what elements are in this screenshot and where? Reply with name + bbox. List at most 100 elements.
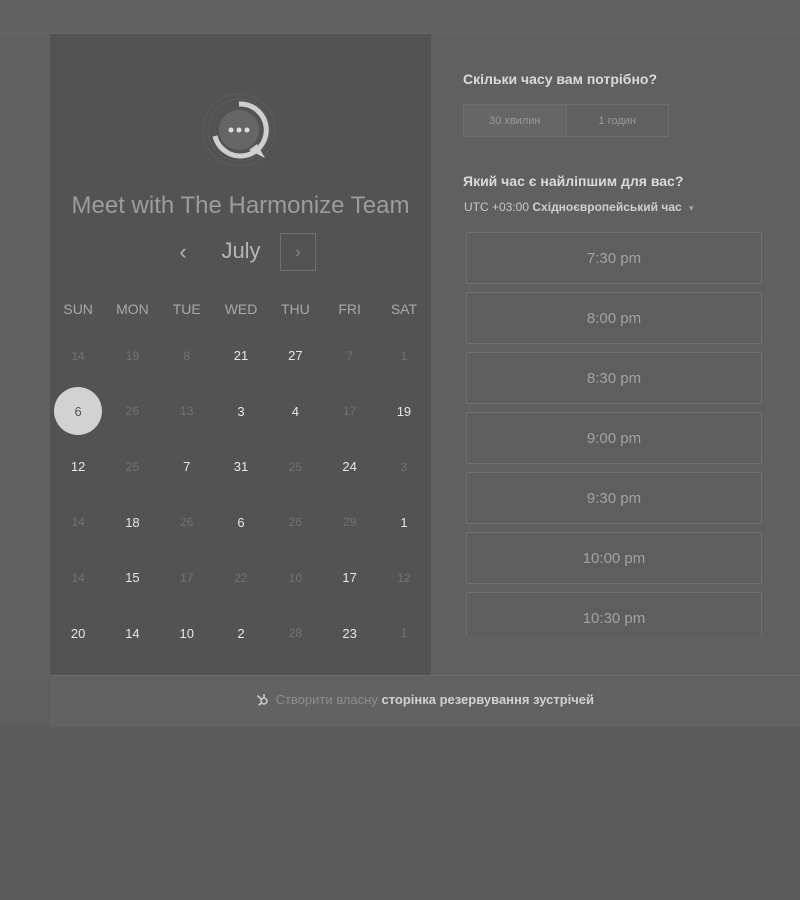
calendar-day: 12 (377, 550, 431, 606)
calendar-day[interactable]: 15 (105, 550, 159, 606)
time-slot-button[interactable]: 8:00 pm (466, 292, 762, 344)
calendar-day-number: 1 (400, 348, 408, 363)
calendar-day-number: 29 (342, 515, 357, 530)
calendar-day-number: 17 (180, 570, 194, 585)
calendar-day[interactable]: 3 (214, 384, 268, 440)
calendar-day[interactable]: 10 (160, 606, 214, 662)
calendar-day-number: 25 (125, 459, 140, 474)
calendar-day-number: 3 (237, 403, 245, 419)
calendar-day-selected[interactable]: 6 (51, 384, 105, 440)
calendar-day[interactable]: 27 (268, 328, 322, 384)
weekday-header: TUE (172, 301, 201, 317)
duration-option-1-hour[interactable]: 1 годин (567, 105, 669, 136)
calendar-day-number: 19 (396, 403, 412, 419)
calendar-day[interactable]: 24 (322, 439, 376, 495)
calendar-day-number: 25 (288, 459, 303, 474)
calendar-day[interactable]: 17 (322, 550, 376, 606)
page-title: Meet with The Harmonize Team (71, 192, 410, 219)
duration-question: Скільки часу вам потрібно? (463, 71, 658, 87)
calendar-grid: SUN MON TUE WED THU FRI SAT 14 19 8 21 27 7 1 6 26 13 3 4 1… (51, 290, 431, 661)
calendar-day-number: 1 (400, 514, 408, 530)
calendar-day: 1 (377, 328, 431, 384)
calendar-day-number: 27 (288, 348, 303, 364)
calendar-day: 3 (377, 439, 431, 495)
weekday-header: SAT (390, 301, 418, 317)
calendar-day-number: 22 (234, 570, 248, 585)
prev-month-button[interactable]: ‹ (172, 233, 194, 273)
calendar-day[interactable]: 2 (214, 606, 268, 662)
calendar-day-number: 13 (180, 404, 194, 419)
calendar-day-number: 14 (71, 348, 85, 363)
calendar-day[interactable]: 31 (214, 439, 268, 495)
month-navigation: ‹ July › (50, 233, 431, 275)
create-booking-page-link[interactable]: Створити власну сторінка резервування зу… (50, 692, 800, 707)
calendar-day: 29 (322, 495, 376, 551)
calendar-day-number: 17 (342, 404, 357, 419)
time-slot-button[interactable]: 10:00 pm (466, 532, 762, 584)
calendar-day: 10 (268, 550, 322, 606)
calendar-day-number: 6 (54, 387, 103, 436)
time-slot-button[interactable]: 9:30 pm (466, 472, 762, 524)
duration-option-30-min[interactable]: 30 хвилин (464, 105, 567, 136)
weekday-header: WED (224, 301, 258, 317)
calendar-day-number: 4 (291, 403, 299, 419)
calendar-day: 8 (160, 328, 214, 384)
calendar-day[interactable]: 21 (214, 328, 268, 384)
calendar-day-number: 14 (71, 515, 85, 530)
calendar-day[interactable]: 14 (105, 606, 159, 662)
calendar-day: 25 (105, 439, 159, 495)
duration-selector: 30 хвилин 1 годин (463, 104, 669, 137)
timezone-offset: UTC +03:00 (464, 200, 530, 214)
calendar-day: 17 (322, 384, 376, 440)
time-slot-button[interactable]: 7:30 pm (466, 232, 762, 284)
booking-card: Meet with The Harmonize Team ‹ July › SU… (50, 34, 800, 727)
calendar-day[interactable]: 19 (377, 384, 431, 440)
weekday-header: THU (280, 301, 310, 317)
next-month-button[interactable]: › (280, 233, 316, 271)
calendar-day-number: 12 (397, 570, 411, 585)
calendar-day: 28 (268, 606, 322, 662)
calendar-day: 26 (160, 495, 214, 551)
calendar-day[interactable]: 18 (105, 495, 159, 551)
calendar-day: 14 (51, 328, 105, 384)
calendar-day-number: 8 (183, 348, 191, 363)
calendar-day: 19 (105, 328, 159, 384)
calendar-day: 13 (160, 384, 214, 440)
weekday-header: MON (116, 301, 149, 317)
calendar-day-number: 19 (125, 348, 140, 363)
chevron-right-icon: › (295, 244, 301, 261)
calendar-day[interactable]: 20 (51, 606, 105, 662)
footer-link-text: сторінка резервування зустрічей (381, 692, 595, 707)
calendar-day-number: 2 (237, 625, 245, 641)
calendar-day[interactable]: 23 (322, 606, 376, 662)
calendar-day-number: 12 (70, 459, 86, 475)
calendar-day[interactable]: 1 (377, 495, 431, 551)
timezone-selector[interactable]: UTC +03:00 Східноєвропейський час ▾ (464, 200, 694, 214)
time-slot-button[interactable]: 10:30 pm (466, 592, 762, 635)
calendar-day[interactable]: 4 (268, 384, 322, 440)
calendar-day[interactable]: 12 (51, 439, 105, 495)
calendar-day-number: 6 (237, 514, 245, 530)
calendar-panel: Meet with The Harmonize Team ‹ July › SU… (50, 34, 431, 675)
calendar-day-number: 1 (400, 626, 408, 641)
time-slot-button[interactable]: 8:30 pm (466, 352, 762, 404)
calendar-day[interactable]: 6 (214, 495, 268, 551)
chat-bubble-icon (203, 93, 276, 167)
time-slot-button[interactable]: 9:00 pm (466, 412, 762, 464)
calendar-day-number: 15 (125, 570, 140, 586)
calendar-day-number: 17 (342, 570, 357, 586)
caret-down-icon: ▾ (689, 203, 694, 213)
left-gutter (0, 34, 50, 678)
calendar-day-number: 20 (70, 625, 86, 641)
time-panel: Скільки часу вам потрібно? 30 хвилин 1 г… (431, 34, 800, 675)
calendar-day-number: 23 (342, 625, 357, 641)
calendar-day: 25 (268, 439, 322, 495)
time-slot-list: 7:30 pm 8:00 pm 8:30 pm 9:00 pm 9:30 pm 10:00… (466, 232, 762, 635)
calendar-day-number: 31 (233, 459, 249, 475)
calendar-day: 14 (51, 495, 105, 551)
calendar-day-number: 3 (400, 459, 408, 474)
calendar-day-number: 14 (125, 625, 140, 641)
calendar-day[interactable]: 7 (160, 439, 214, 495)
calendar-day-number: 26 (125, 404, 140, 419)
calendar-day: 14 (51, 550, 105, 606)
